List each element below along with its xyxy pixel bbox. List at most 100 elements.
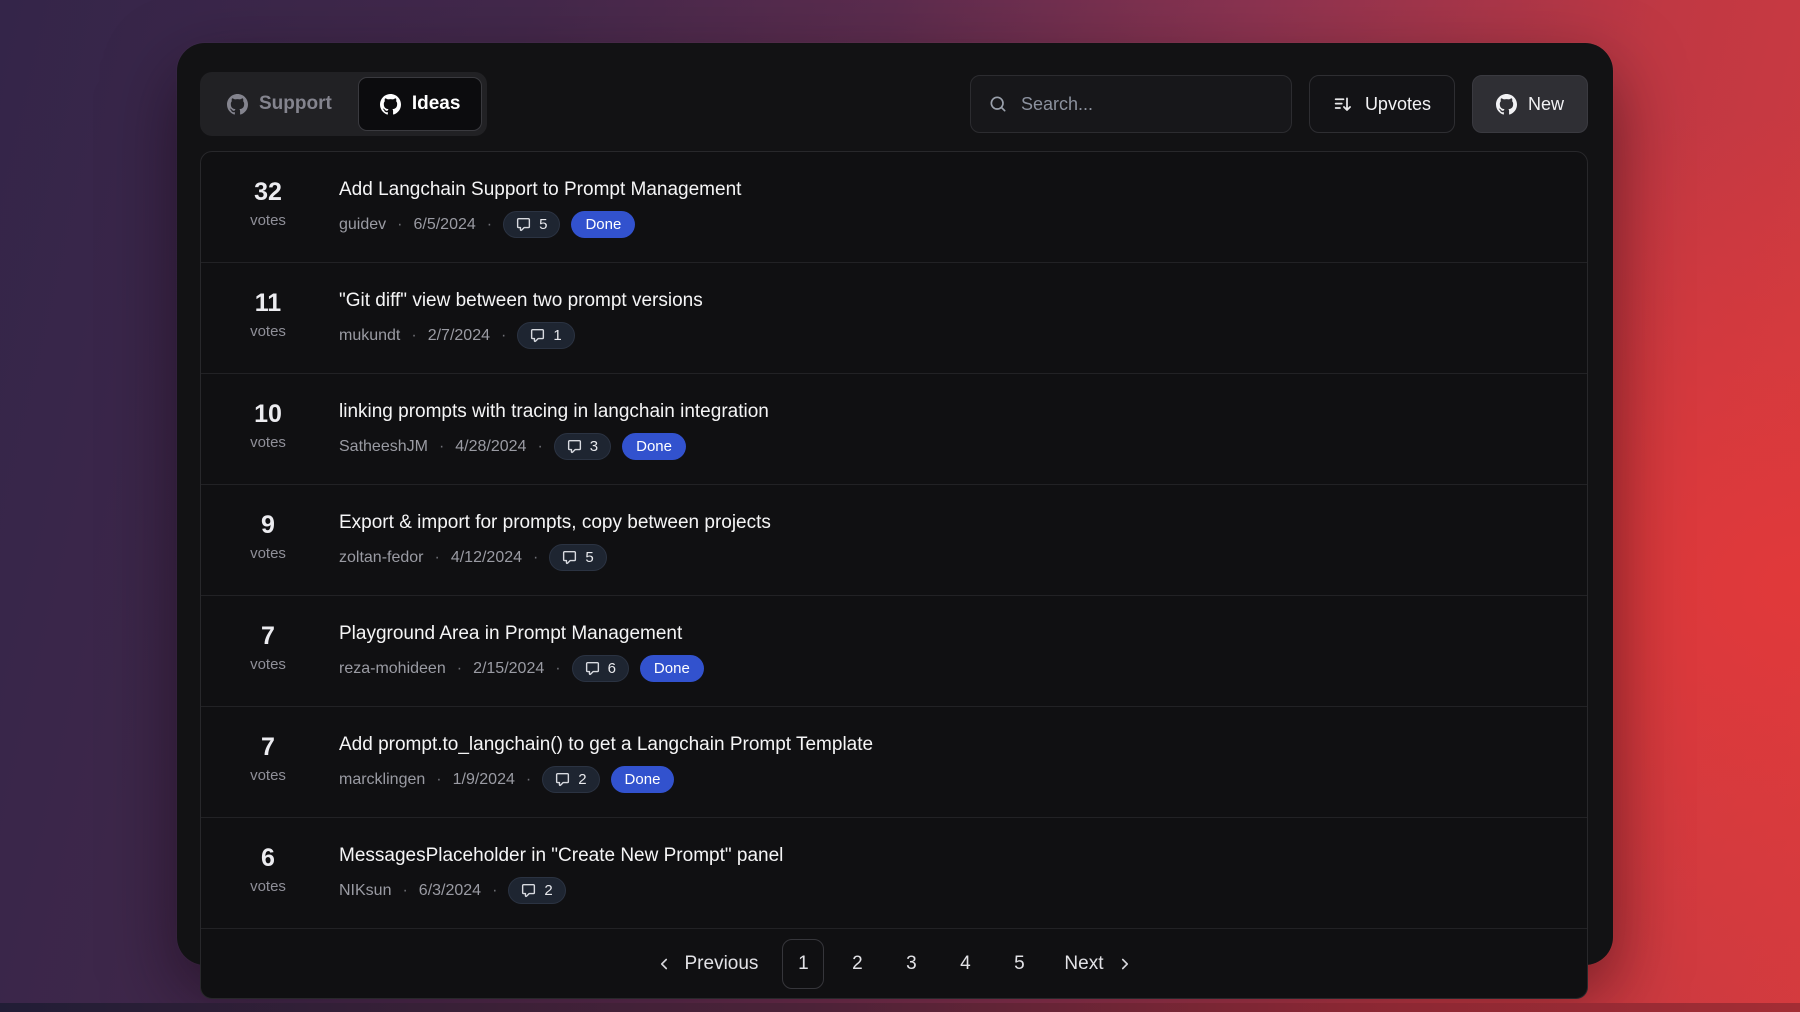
chevron-left-icon — [655, 955, 673, 973]
meta-separator: · — [439, 438, 444, 456]
posts-panel: 32 votes Add Langchain Support to Prompt… — [200, 151, 1588, 999]
post-title[interactable]: "Git diff" view between two prompt versi… — [339, 288, 703, 313]
tab-support[interactable]: Support — [205, 77, 354, 131]
pagination-page-1[interactable]: 1 — [782, 939, 824, 989]
meta-separator: · — [526, 771, 531, 789]
post-date: 6/3/2024 — [419, 882, 481, 900]
done-badge: Done — [571, 211, 635, 238]
comments-badge[interactable]: 1 — [517, 322, 574, 349]
post-title[interactable]: Playground Area in Prompt Management — [339, 621, 704, 646]
comment-count: 1 — [553, 327, 561, 344]
sort-upvotes-label: Upvotes — [1365, 94, 1431, 115]
post-date: 6/5/2024 — [413, 216, 475, 234]
post-content: MessagesPlaceholder in "Create New Promp… — [339, 843, 783, 904]
post-title[interactable]: linking prompts with tracing in langchai… — [339, 399, 769, 424]
comment-icon — [530, 328, 545, 343]
comment-icon — [555, 772, 570, 787]
vote-count: 32 votes — [231, 177, 305, 229]
post-row[interactable]: 11 votes "Git diff" view between two pro… — [201, 262, 1587, 373]
pagination-previous[interactable]: Previous — [643, 953, 771, 975]
tab-ideas-label: Ideas — [412, 93, 461, 115]
meta-separator: · — [492, 882, 497, 900]
comment-icon — [562, 550, 577, 565]
post-author: NIKsun — [339, 882, 391, 900]
meta-separator: · — [435, 549, 440, 567]
post-row[interactable]: 6 votes MessagesPlaceholder in "Create N… — [201, 817, 1587, 928]
vote-count: 7 votes — [231, 732, 305, 784]
comments-badge[interactable]: 3 — [554, 433, 611, 460]
post-author: SatheeshJM — [339, 438, 428, 456]
pagination-next[interactable]: Next — [1052, 953, 1145, 975]
tab-ideas[interactable]: Ideas — [358, 77, 483, 131]
tab-support-label: Support — [259, 93, 332, 115]
vote-count: 6 votes — [231, 843, 305, 895]
comments-badge[interactable]: 2 — [542, 766, 599, 793]
post-row[interactable]: 10 votes linking prompts with tracing in… — [201, 373, 1587, 484]
vote-number: 7 — [231, 622, 305, 650]
sort-upvotes-button[interactable]: Upvotes — [1309, 75, 1455, 133]
vote-label: votes — [231, 434, 305, 451]
vote-number: 32 — [231, 178, 305, 206]
meta-separator: · — [487, 216, 492, 234]
post-date: 2/7/2024 — [428, 327, 490, 345]
post-author: guidev — [339, 216, 386, 234]
post-content: Export & import for prompts, copy betwee… — [339, 510, 771, 571]
vote-label: votes — [231, 767, 305, 784]
comment-icon — [521, 883, 536, 898]
board-header: Support Ideas Upvotes New — [200, 72, 1588, 136]
post-title[interactable]: Add prompt.to_langchain() to get a Langc… — [339, 732, 873, 757]
comments-badge[interactable]: 5 — [549, 544, 606, 571]
vote-count: 7 votes — [231, 621, 305, 673]
post-meta: NIKsun · 6/3/2024 · 2 — [339, 877, 783, 904]
header-actions: Upvotes New — [970, 75, 1588, 133]
comments-badge[interactable]: 2 — [508, 877, 565, 904]
pagination-page-5[interactable]: 5 — [998, 939, 1040, 989]
vote-number: 11 — [231, 289, 305, 317]
meta-separator: · — [501, 327, 506, 345]
vote-number: 10 — [231, 400, 305, 428]
pagination-previous-label: Previous — [685, 953, 759, 975]
github-icon — [1496, 94, 1517, 115]
pagination-page-4[interactable]: 4 — [944, 939, 986, 989]
post-date: 2/15/2024 — [473, 660, 544, 678]
comments-badge[interactable]: 5 — [503, 211, 560, 238]
comment-icon — [585, 661, 600, 676]
comment-icon — [567, 439, 582, 454]
new-post-button[interactable]: New — [1472, 75, 1588, 133]
post-row[interactable]: 9 votes Export & import for prompts, cop… — [201, 484, 1587, 595]
comment-count: 5 — [539, 216, 547, 233]
pagination-pages: 12345 — [782, 939, 1040, 989]
post-title[interactable]: Export & import for prompts, copy betwee… — [339, 510, 771, 535]
post-title[interactable]: MessagesPlaceholder in "Create New Promp… — [339, 843, 783, 868]
search-input[interactable] — [1021, 94, 1274, 115]
post-meta: reza-mohideen · 2/15/2024 · 6 Done — [339, 655, 704, 682]
pagination-page-2[interactable]: 2 — [836, 939, 878, 989]
meta-separator: · — [533, 549, 538, 567]
post-title[interactable]: Add Langchain Support to Prompt Manageme… — [339, 177, 741, 202]
done-badge: Done — [640, 655, 704, 682]
vote-number: 7 — [231, 733, 305, 761]
post-date: 4/28/2024 — [455, 438, 526, 456]
post-meta: zoltan-fedor · 4/12/2024 · 5 — [339, 544, 771, 571]
vote-label: votes — [231, 323, 305, 340]
post-meta: marcklingen · 1/9/2024 · 2 Done — [339, 766, 873, 793]
meta-separator: · — [457, 660, 462, 678]
post-row[interactable]: 7 votes Playground Area in Prompt Manage… — [201, 595, 1587, 706]
comment-count: 3 — [590, 438, 598, 455]
post-row[interactable]: 7 votes Add prompt.to_langchain() to get… — [201, 706, 1587, 817]
meta-separator: · — [555, 660, 560, 678]
comment-count: 6 — [608, 660, 616, 677]
github-icon — [227, 94, 248, 115]
feedback-board-window: Support Ideas Upvotes New — [177, 43, 1613, 965]
post-date: 1/9/2024 — [453, 771, 515, 789]
new-post-label: New — [1528, 94, 1564, 115]
post-row[interactable]: 32 votes Add Langchain Support to Prompt… — [201, 152, 1587, 262]
post-author: zoltan-fedor — [339, 549, 424, 567]
vote-count: 10 votes — [231, 399, 305, 451]
comments-badge[interactable]: 6 — [572, 655, 629, 682]
search-icon — [988, 94, 1008, 114]
board-tabs: Support Ideas — [200, 72, 487, 136]
pagination-page-3[interactable]: 3 — [890, 939, 932, 989]
comment-count: 2 — [578, 771, 586, 788]
vote-number: 6 — [231, 844, 305, 872]
